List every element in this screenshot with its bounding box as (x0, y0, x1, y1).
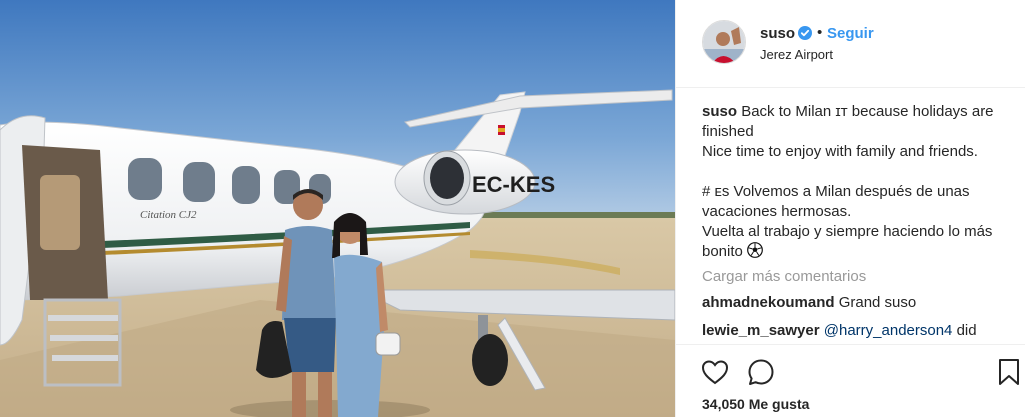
comment-text: did (956, 322, 977, 339)
separator-dot: • (817, 24, 823, 41)
caption-line-4: Vuelta al trabajo y siempre haciendo lo … (702, 223, 993, 260)
post-location[interactable]: Jerez Airport (760, 47, 833, 62)
post-image: Citation CJ2 EC-KES (0, 0, 675, 417)
avatar[interactable] (702, 20, 746, 64)
comment-item: ahmadnekoumand Grand suso (702, 293, 1008, 313)
plane-brand-text: Citation CJ2 (140, 209, 197, 221)
post-username[interactable]: suso (760, 25, 795, 42)
verified-badge-icon (798, 26, 812, 40)
post-caption: suso Back to Milan ɪᴛ because holidays a… (702, 102, 1008, 262)
caption-line-2: Nice time to enjoy with family and frien… (702, 143, 978, 160)
follow-button[interactable]: Seguir (827, 25, 874, 42)
caption-line-1: Back to Milan ɪᴛ because holidays are fi… (702, 103, 994, 140)
load-more-comments-link[interactable]: Cargar más comentarios (702, 268, 1008, 285)
soccer-ball-icon (747, 242, 763, 258)
heart-icon[interactable] (700, 357, 730, 387)
caption-line-3: # ᴇs Volvemos a Milan después de unas va… (702, 183, 970, 220)
plane-registration: EC-KES (472, 172, 555, 197)
comment-mention-link[interactable]: @harry_anderson4 (824, 322, 953, 339)
post-photo[interactable]: Citation CJ2 EC-KES (0, 0, 675, 417)
comment-bubble-icon[interactable] (746, 357, 776, 387)
post-header: suso • Seguir Jerez Airport (676, 0, 1025, 88)
post-actions: 34,050 Me gusta (676, 344, 1025, 417)
comment-item: lewie_m_sawyer @harry_anderson4 did (702, 321, 1008, 341)
likes-count[interactable]: 34,050 Me gusta (702, 396, 809, 412)
caption-username[interactable]: suso (702, 103, 737, 120)
bookmark-icon[interactable] (994, 357, 1024, 387)
comment-username[interactable]: lewie_m_sawyer (702, 322, 820, 339)
comment-username[interactable]: ahmadnekoumand (702, 294, 835, 311)
comment-text: Grand suso (838, 294, 917, 311)
comments-section: suso Back to Milan ɪᴛ because holidays a… (676, 88, 1025, 344)
post-sidebar: suso • Seguir Jerez Airport suso Back to… (675, 0, 1025, 417)
